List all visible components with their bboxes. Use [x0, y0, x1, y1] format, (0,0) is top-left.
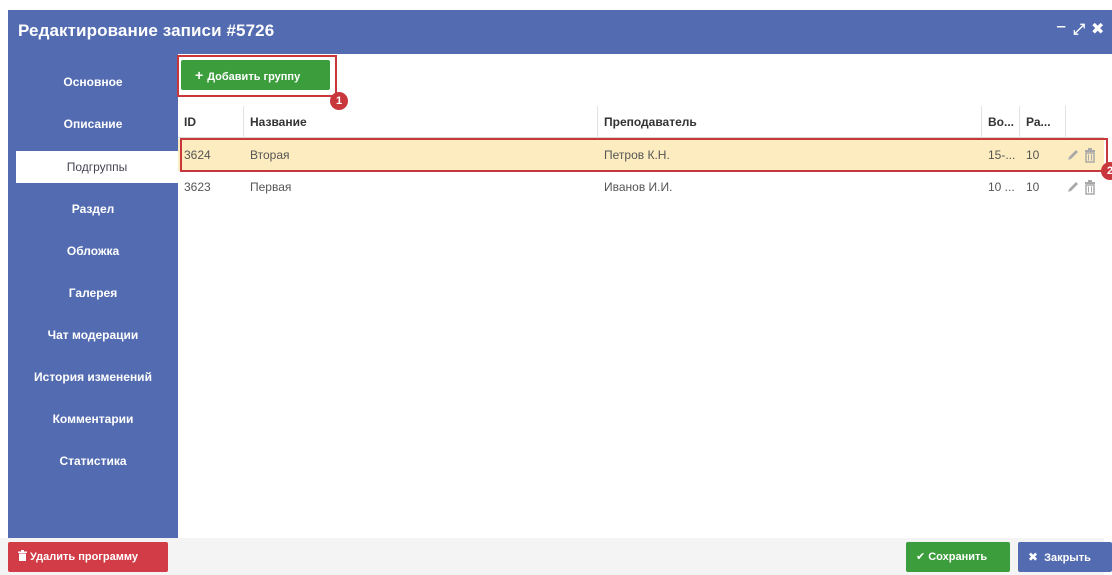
save-label: Сохранить: [928, 551, 988, 563]
edit-record-window: Редактирование записи #5726 ‒ ⤢ ✖ Основн…: [8, 10, 1112, 575]
annotation-badge-2: 2: [1101, 162, 1112, 180]
column-header-name[interactable]: Название: [244, 106, 598, 138]
sidebar-item-change-history[interactable]: История изменений: [8, 361, 178, 393]
cell-age: 10 ...: [988, 180, 1015, 194]
table-row[interactable]: 3623 Первая Иванов И.И. 10 ... 10: [178, 171, 1104, 203]
sidebar-item-section[interactable]: Раздел: [8, 193, 178, 225]
trash-icon: [18, 550, 27, 561]
edit-icon[interactable]: [1066, 179, 1080, 195]
column-header-id[interactable]: ID: [178, 106, 244, 138]
annotation-box-add-group: [177, 55, 337, 97]
window-titlebar: Редактирование записи #5726 ‒ ⤢ ✖: [8, 10, 1112, 54]
sidebar-item-main[interactable]: Основное: [8, 66, 178, 98]
cell-name: Первая: [250, 180, 292, 194]
close-window-icon[interactable]: ✖: [1091, 20, 1104, 40]
table-header: ID Название Преподаватель Во... Ра...: [178, 106, 1104, 138]
save-button[interactable]: ✔ Сохранить: [906, 542, 1010, 572]
check-icon: ✔: [916, 551, 926, 563]
sidebar-item-statistics[interactable]: Статистика: [8, 445, 178, 477]
maximize-icon[interactable]: ⤢: [1073, 20, 1085, 40]
window-title: Редактирование записи #5726: [18, 21, 275, 40]
close-icon: ✖: [1028, 550, 1039, 564]
sidebar-item-comments[interactable]: Комментарии: [8, 403, 178, 435]
sidebar-item-cover[interactable]: Обложка: [8, 235, 178, 267]
cell-id: 3623: [184, 180, 211, 194]
minimize-icon[interactable]: ‒: [1057, 17, 1065, 37]
close-button[interactable]: ✖ Закрыть: [1018, 542, 1112, 572]
column-header-places[interactable]: Ра...: [1020, 106, 1066, 138]
column-header-teacher[interactable]: Преподаватель: [598, 106, 982, 138]
sidebar: Основное Описание Подгруппы Раздел Облож…: [8, 54, 178, 548]
cell-teacher: Иванов И.И.: [604, 180, 673, 194]
cell-places: 10: [1026, 180, 1040, 194]
trash-icon[interactable]: [1083, 179, 1097, 195]
sidebar-item-moderation-chat[interactable]: Чат модерации: [8, 319, 178, 351]
sidebar-item-gallery[interactable]: Галерея: [8, 277, 178, 309]
column-header-age[interactable]: Во...: [982, 106, 1020, 138]
sidebar-item-description[interactable]: Описание: [8, 108, 178, 140]
delete-program-button[interactable]: Удалить программу: [8, 542, 168, 572]
row-actions: [1066, 179, 1102, 195]
delete-program-label: Удалить программу: [30, 551, 138, 563]
close-label: Закрыть: [1044, 552, 1091, 564]
annotation-box-selected-row: [180, 138, 1108, 172]
sidebar-item-subgroups[interactable]: Подгруппы: [16, 151, 178, 183]
